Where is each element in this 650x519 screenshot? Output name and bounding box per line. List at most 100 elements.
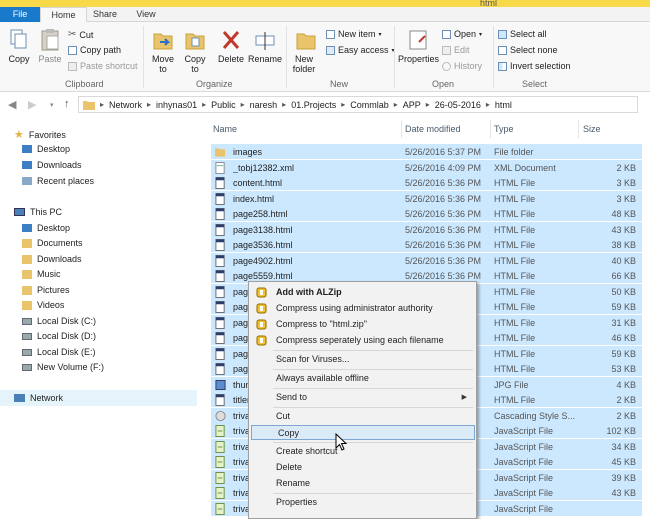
column-header-name[interactable]: Name [213,124,237,134]
copy-to-button[interactable]: Copy to [180,28,210,74]
copy-path-button[interactable]: Copy path [68,45,121,55]
menu-item-label: Add with ALZip [276,287,342,297]
breadcrumb-projects[interactable]: 01.Projects [291,100,336,110]
menu-item-rename[interactable]: Rename [250,476,475,491]
recent-locations-icon[interactable]: ▾ [50,101,54,109]
menu-item-create-shortcut[interactable]: Create shortcut [250,444,475,459]
nav-item-pictures[interactable]: Pictures [22,285,70,295]
file-type: HTML File [494,333,536,343]
file-row[interactable]: _tobj12382.xml 5/26/2016 4:09 PM XML Docum… [211,159,642,176]
select-none-button[interactable]: Select none [498,45,558,55]
file-row[interactable]: page4902.html 5/26/2016 5:36 PM HTML File 4… [211,252,642,269]
breadcrumb-commlab[interactable]: Commlab [350,100,389,110]
open-button[interactable]: Open ▾ [442,29,482,39]
nav-item-desktop[interactable]: Desktop [22,223,70,233]
nav-item-documents[interactable]: Documents [22,238,83,248]
up-arrow-icon[interactable]: ↑ [64,98,70,110]
file-row[interactable]: content.html 5/26/2016 5:36 PM HTML File 3 … [211,175,642,191]
breadcrumb-naresh[interactable]: naresh [250,100,278,110]
file-row[interactable]: page3536.html 5/26/2016 5:36 PM HTML File 3… [211,237,642,253]
css-file-icon [215,410,226,421]
menu-item-properties[interactable]: Properties [250,495,475,510]
menu-item-delete[interactable]: Delete [250,460,475,475]
select-all-button[interactable]: Select all [498,29,547,39]
breadcrumb-network[interactable]: Network [109,100,142,110]
column-divider[interactable] [578,120,579,138]
file-date: 5/26/2016 5:36 PM [405,224,482,235]
address-bar[interactable]: ▸ Network ▸ inhynas01 ▸ Public ▸ naresh … [78,96,638,113]
breadcrumb-inhynas01[interactable]: inhynas01 [156,100,197,110]
cut-button[interactable]: ✂ Cut [68,29,93,40]
file-row[interactable]: index.html 5/26/2016 5:36 PM HTML File 3 KB [211,190,642,207]
new-group-label: New [330,79,349,89]
menu-item-send-to[interactable]: Send to ▶ [250,390,475,405]
file-type: HTML File [494,224,536,235]
column-header-size[interactable]: Size [583,124,601,134]
chevron-right-icon: ▸ [425,100,430,109]
column-header-date[interactable]: Date modified [405,124,461,134]
breadcrumb-date[interactable]: 26-05-2016 [435,100,481,110]
nav-item-recent-places[interactable]: Recent places [22,176,94,186]
copy-button[interactable]: Copy [6,28,32,64]
ribbon-tab-bar: html File Home Share View [0,0,650,23]
breadcrumb-public[interactable]: Public [211,100,236,110]
column-divider[interactable] [401,120,402,138]
nav-item-local-disk-e[interactable]: Local Disk (E:) [22,347,96,357]
invert-selection-button[interactable]: Invert selection [498,61,571,71]
back-arrow-icon[interactable]: ◀ [8,98,16,111]
menu-item-label: Delete [276,462,303,472]
nav-network[interactable]: Network [0,390,197,406]
chevron-right-icon: ▸ [393,100,398,109]
menu-item-add-with-alzip[interactable]: Add with ALZip [250,285,475,300]
nav-item-label: Videos [37,300,65,310]
rename-button[interactable]: Rename [248,28,282,64]
file-size: 3 KB [616,178,636,188]
nav-favorites[interactable]: ★ Favorites [14,128,66,141]
file-type: HTML File [494,255,536,266]
menu-item-scan-for-viruses[interactable]: Scan for Viruses... [250,352,475,367]
edit-button[interactable]: Edit [442,45,470,55]
tab-home[interactable]: Home [40,7,87,23]
tab-share[interactable]: Share [87,7,123,22]
menu-item-compress-using-administrator-authority[interactable]: Compress using administrator authority [250,301,475,316]
paste-shortcut-button[interactable]: Paste shortcut [68,61,138,71]
breadcrumb-app[interactable]: APP [403,100,421,110]
move-to-button[interactable]: Move to [148,28,178,74]
new-item-button[interactable]: New item ▾ [326,29,382,39]
nav-item-label: Local Disk (D:) [37,331,97,341]
file-row[interactable]: page3138.html 5/26/2016 5:36 PM HTML File 4… [211,221,642,238]
delete-button[interactable]: Delete [215,28,247,64]
nav-item-downloads[interactable]: Downloads [22,160,82,170]
menu-item-always-available-offline[interactable]: Always available offline [250,371,475,386]
nav-this-pc[interactable]: This PC [14,207,62,217]
file-size: 66 KB [611,271,636,281]
easy-access-button[interactable]: Easy access ▾ [326,45,395,55]
nav-item-local-disk-d[interactable]: Local Disk (D:) [22,331,96,341]
easy-access-label: Easy access [338,45,389,55]
nav-item-new-volume-f[interactable]: New Volume (F:) [22,362,104,372]
forward-arrow-icon[interactable]: ▶ [28,98,36,111]
properties-button[interactable]: Properties [398,28,439,64]
column-divider[interactable] [490,120,491,138]
nav-item-music[interactable]: Music [22,269,61,279]
dropdown-arrow-icon: ▾ [378,31,382,38]
easy-access-icon [326,45,335,55]
menu-item-compress-seperately-using-each-filename[interactable]: Compress seperately using each filename [250,333,475,348]
tab-view[interactable]: View [123,7,169,22]
file-row[interactable]: page258.html 5/26/2016 5:36 PM HTML File 48… [211,206,642,222]
new-folder-button[interactable]: New folder [290,28,322,74]
nav-item-downloads[interactable]: Downloads [22,254,82,264]
file-row[interactable]: images 5/26/2016 5:37 PM File folder [211,144,642,160]
history-button[interactable]: History [442,61,482,71]
menu-item-cut[interactable]: Cut [250,409,475,424]
nav-item-local-disk-c[interactable]: Local Disk (C:) [22,316,96,326]
menu-item-compress-to-html-zip[interactable]: Compress to "html.zip" [250,317,475,332]
paste-button[interactable]: Paste [36,28,64,64]
column-header-type[interactable]: Type [494,124,514,134]
breadcrumb-html[interactable]: html [495,100,512,110]
tab-file[interactable]: File [0,7,40,22]
nav-item-desktop[interactable]: Desktop [22,144,70,154]
menu-item-copy[interactable]: Copy [251,425,475,440]
nav-item-videos[interactable]: Videos [22,300,64,310]
file-type: HTML File [494,302,536,312]
